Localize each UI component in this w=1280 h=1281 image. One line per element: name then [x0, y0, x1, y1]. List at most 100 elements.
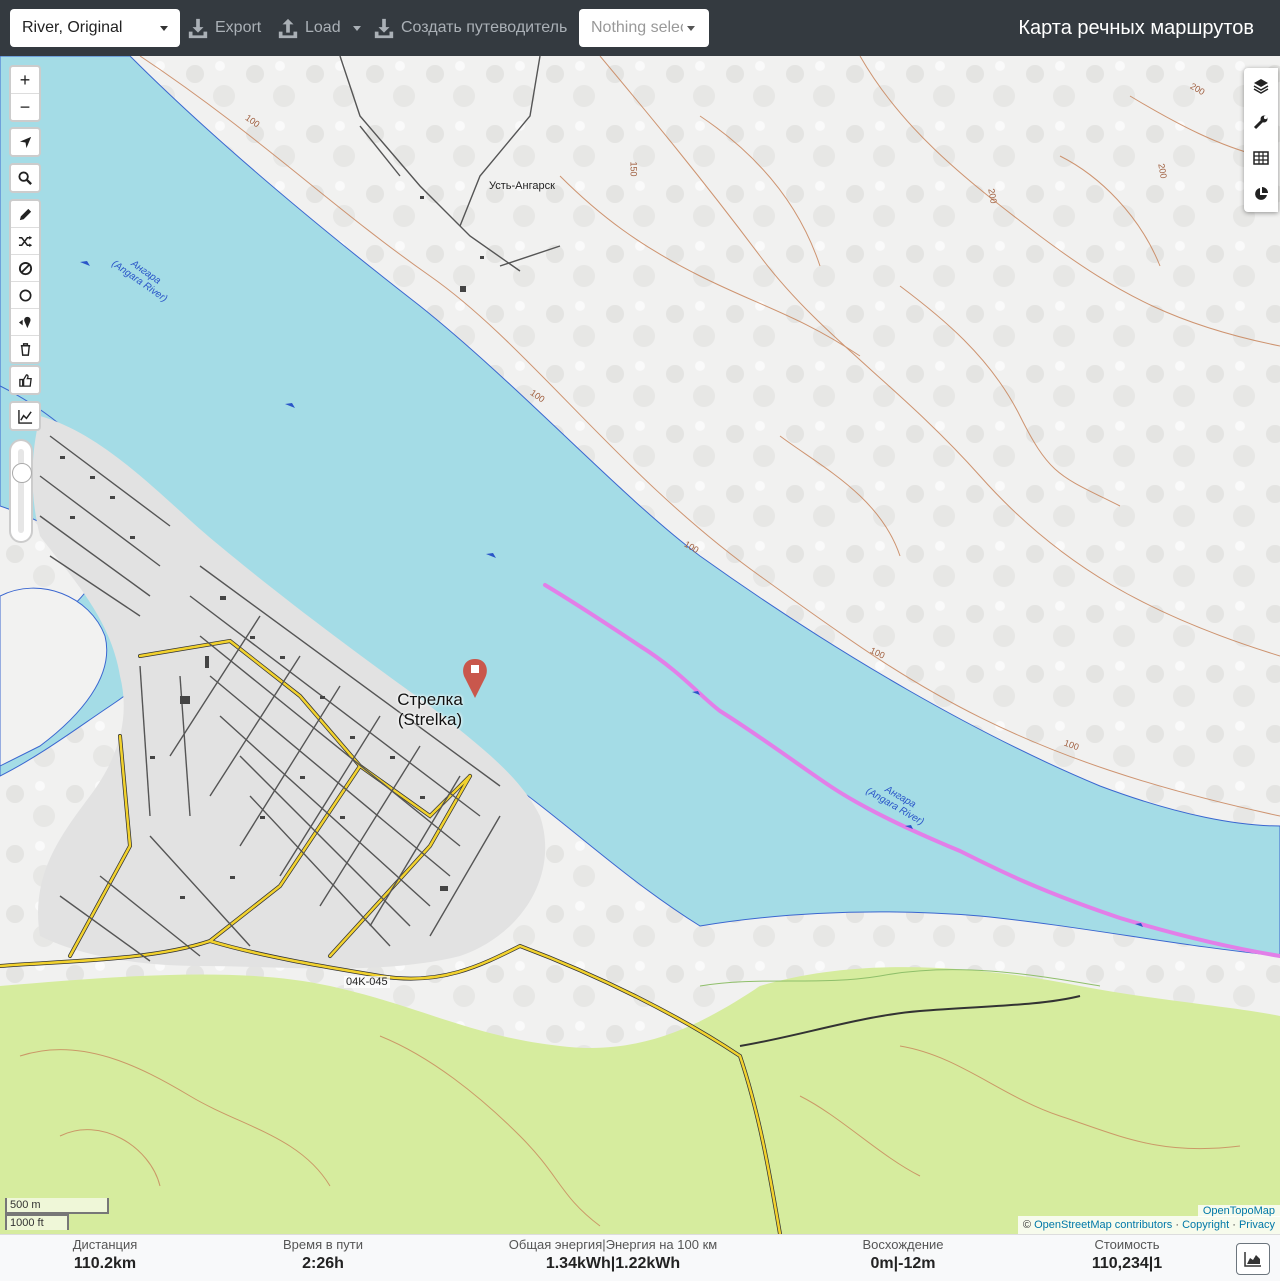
distance-unit: km — [113, 1255, 137, 1272]
poi-button[interactable] — [11, 309, 39, 336]
locate-button[interactable] — [11, 129, 39, 155]
opacity-slider[interactable] — [9, 439, 33, 543]
wrench-icon — [1253, 115, 1268, 130]
town-name: Стрелка — [397, 690, 463, 709]
settings-button[interactable] — [1244, 104, 1278, 140]
chevron-down-icon — [687, 25, 695, 31]
copyright-link[interactable]: Copyright — [1182, 1219, 1229, 1231]
thumbs-up-icon — [18, 373, 32, 387]
copyright-symbol: © — [1022, 1219, 1032, 1231]
routing-profile-select[interactable]: River, Original — [10, 9, 180, 47]
load-label: Load — [305, 19, 341, 36]
elevation-profile-button[interactable] — [11, 403, 39, 429]
layers-icon — [1253, 79, 1269, 94]
route-stats-bar: Дистанция 110.2km Время в пути 2:26h Общ… — [0, 1234, 1280, 1281]
analysis-button[interactable] — [1244, 176, 1278, 212]
stat-value: 0m|-12m — [843, 1255, 963, 1273]
stat-value: 110,234|1 — [1067, 1255, 1187, 1273]
map-canvas[interactable]: Усть-Ангарск Стрелка (Strelka) Ангара (A… — [0, 56, 1280, 1234]
create-guide-button[interactable]: Создать путеводитель — [373, 9, 567, 47]
top-navbar: River, Original Export Load Создать путе… — [0, 0, 1280, 56]
circle-icon — [19, 289, 31, 301]
scale-metric: 500 m — [5, 1198, 109, 1214]
map-attribution: © OpenStreetMap contributors · Copyright… — [1017, 1216, 1280, 1234]
elevation-control — [9, 401, 41, 431]
zoom-out-button[interactable]: − — [11, 94, 39, 120]
app-title: Карта речных маршрутов — [1018, 16, 1254, 39]
selection-placeholder: Nothing selected — [591, 19, 683, 36]
attribution-separator: · — [1175, 1219, 1179, 1231]
export-label: Export — [215, 19, 262, 36]
town-label-strelka: Стрелка (Strelka) — [390, 690, 470, 730]
privacy-link[interactable]: Privacy — [1239, 1219, 1275, 1231]
distance-value: 110.2 — [73, 1255, 114, 1272]
energy-unit: kWh — [576, 1255, 611, 1272]
stat-value: 2:26h — [263, 1255, 383, 1273]
map-marker-icon — [18, 316, 31, 328]
settlement-label-ust-angarsk: Усть-Ангарск — [489, 180, 555, 192]
zoom-in-button[interactable]: + — [11, 67, 39, 94]
export-button[interactable]: Export — [187, 9, 261, 47]
routing-profile-value: River, Original — [22, 19, 123, 36]
stat-distance: Дистанция 110.2km — [40, 1235, 170, 1281]
stat-label: Восхождение — [862, 1237, 944, 1252]
map-tiles — [0, 56, 1280, 1234]
ascent-unit: m — [879, 1255, 894, 1272]
location-arrow-icon — [19, 136, 31, 148]
area-chart-icon — [1244, 1252, 1261, 1267]
locate-control — [9, 127, 41, 157]
draw-toolbar — [9, 199, 41, 364]
stat-label: Общая энергия|Энергия на 100 км — [508, 1237, 718, 1252]
contour-label: 150 — [628, 161, 639, 177]
slider-handle[interactable] — [12, 463, 32, 483]
pie-chart-icon — [1255, 187, 1268, 200]
download-icon — [188, 18, 208, 39]
search-control — [9, 163, 41, 193]
right-toolbar — [1244, 68, 1278, 212]
create-guide-label: Создать путеводитель — [401, 19, 568, 36]
shuffle-icon — [18, 235, 32, 247]
layers-button[interactable] — [1244, 68, 1278, 104]
zoom-control: + − — [9, 65, 41, 122]
circle-button[interactable] — [11, 282, 39, 309]
scale-imperial: 1000 ft — [5, 1214, 69, 1230]
search-icon — [17, 170, 32, 185]
cost-value: 110,234 — [1091, 1255, 1149, 1272]
osm-contributors-link[interactable]: OpenStreetMap contributors — [1034, 1219, 1172, 1231]
search-button[interactable] — [11, 165, 39, 191]
stat-ascent: Восхождение 0m|-12m — [843, 1235, 963, 1281]
load-button[interactable]: Load — [277, 9, 361, 47]
pencil-icon — [19, 208, 31, 220]
no-go-area-button[interactable] — [11, 255, 39, 282]
scale-bar: 500 m 1000 ft — [5, 1198, 109, 1230]
hand-control — [9, 365, 41, 395]
shuffle-button[interactable] — [11, 228, 39, 255]
line-chart-icon — [17, 409, 32, 424]
upload-icon — [278, 18, 298, 39]
table-button[interactable] — [1244, 140, 1278, 176]
selection-dropdown[interactable]: Nothing selected — [579, 9, 709, 47]
ban-icon — [18, 261, 32, 275]
stat-label: Дистанция — [72, 1237, 138, 1252]
energy-per-100: 1.22 — [615, 1255, 647, 1272]
energy-unit: kWh — [646, 1255, 681, 1272]
ascent-down: -12 — [898, 1255, 922, 1272]
stat-travel-time: Время в пути 2:26h — [263, 1235, 383, 1281]
table-icon — [1253, 151, 1269, 165]
delete-button[interactable] — [11, 336, 39, 362]
road-ref-label: 04K-045 — [344, 976, 390, 988]
ascent-unit: m — [921, 1255, 936, 1272]
slider-track — [18, 449, 24, 533]
pan-button[interactable] — [11, 367, 39, 393]
elevation-chart-toggle-button[interactable] — [1236, 1243, 1270, 1275]
stat-cost: Стоимость 110,234|1 — [1067, 1235, 1187, 1281]
draw-route-button[interactable] — [11, 201, 39, 228]
time-value: 2:26 — [302, 1255, 335, 1272]
attribution-separator: · — [1232, 1219, 1236, 1231]
chevron-down-icon — [160, 25, 168, 31]
cost-count: 1 — [1153, 1255, 1163, 1272]
stat-value: 110.2km — [40, 1255, 170, 1273]
chevron-down-icon — [352, 25, 361, 31]
stat-label: Время в пути — [283, 1237, 363, 1252]
town-name-latin: (Strelka) — [397, 710, 463, 729]
